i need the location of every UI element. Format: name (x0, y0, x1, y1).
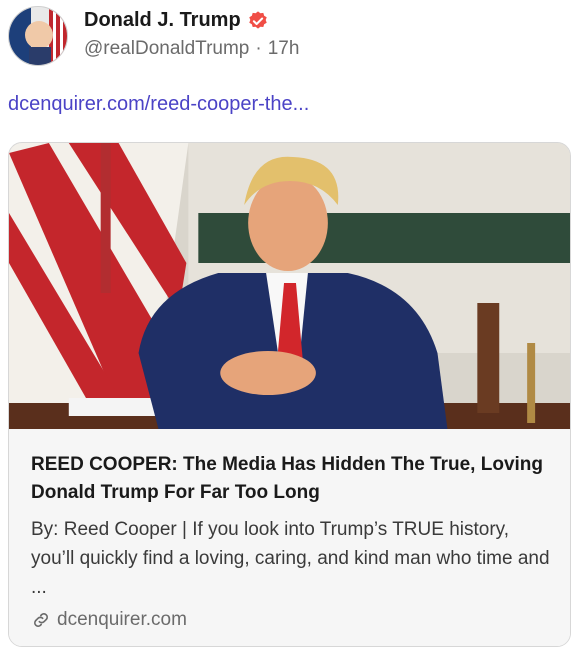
link-preview-card[interactable]: REED COOPER: The Media Has Hidden The Tr… (8, 142, 571, 647)
author-handle[interactable]: @realDonaldTrump (84, 38, 249, 60)
link-chain-icon (34, 613, 48, 627)
preview-description: By: Reed Cooper | If you look into Trump… (31, 519, 550, 598)
preview-title[interactable]: REED COOPER: The Media Has Hidden The Tr… (31, 451, 551, 507)
preview-body: REED COOPER: The Media Has Hidden The Tr… (9, 429, 570, 646)
verified-badge-icon (248, 10, 267, 29)
author-info: Donald J. Trump @realDonaldTrump · 17h (84, 9, 299, 60)
preview-image (9, 143, 570, 429)
post-link[interactable]: dcenquirer.com/reed-cooper-the... (8, 93, 309, 116)
meta-separator: · (255, 38, 262, 59)
author-name[interactable]: Donald J. Trump (84, 9, 241, 32)
post-time[interactable]: 17h (268, 38, 300, 60)
post-header: Donald J. Trump @realDonaldTrump · 17h (8, 6, 568, 68)
avatar-image (9, 7, 67, 65)
preview-domain: dcenquirer.com (57, 609, 187, 630)
avatar[interactable] (8, 6, 68, 66)
preview-domain-row[interactable]: dcenquirer.com (31, 609, 187, 631)
